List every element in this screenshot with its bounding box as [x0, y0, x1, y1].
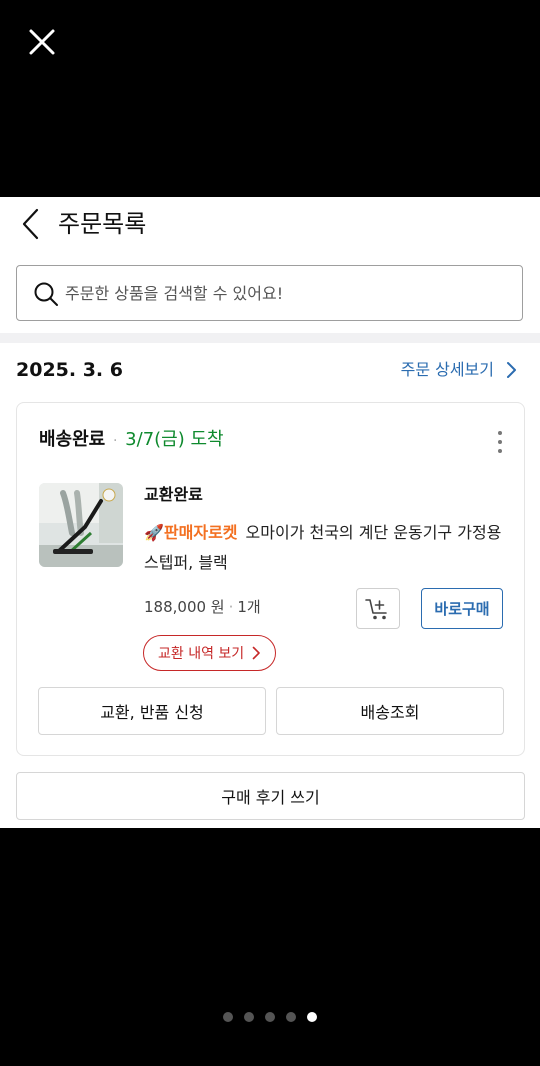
order-date: 2025. 3. 6: [16, 359, 123, 381]
search-icon: [34, 282, 58, 306]
chevron-left-icon: [22, 208, 39, 240]
order-detail-label: 주문 상세보기: [400, 360, 494, 379]
exchange-history-label: 교환 내역 보기: [158, 646, 245, 662]
search-box[interactable]: [16, 265, 523, 321]
exchange-history-button[interactable]: 교환 내역 보기: [143, 635, 277, 671]
status-separator: ·: [112, 433, 118, 449]
order-list-screen: 주문목록 2025. 3. 6 주문 상세보기 배송완료 · 3/7(금) 도착: [0, 197, 540, 828]
exchange-return-button[interactable]: 교환, 반품 신청: [38, 687, 266, 735]
more-vertical-icon: [498, 431, 502, 453]
back-button[interactable]: [18, 206, 44, 242]
price-separator: ·: [228, 598, 234, 616]
delivery-status: 배송완료: [39, 429, 106, 450]
add-to-cart-button[interactable]: [356, 588, 400, 629]
header: 주문목록: [0, 197, 540, 253]
stepper-product-image: [39, 483, 123, 567]
product-status: 교환완료: [144, 485, 203, 504]
more-options-button[interactable]: [488, 427, 512, 457]
page-title: 주문목록: [58, 210, 147, 238]
product-name-block[interactable]: 🚀판매자로켓 오마이가 천국의 계단 운동기구 가정용 스텝퍼, 블랙: [144, 518, 504, 578]
search-input[interactable]: [65, 266, 505, 320]
pagination-dots: [223, 1012, 317, 1022]
seller-rocket-badge: 🚀판매자로켓: [144, 523, 238, 542]
arrival-date: 3/7(금) 도착: [125, 429, 224, 450]
page-dot-5-active[interactable]: [307, 1012, 317, 1022]
write-review-button[interactable]: 구매 후기 쓰기: [16, 772, 525, 820]
close-icon: [29, 29, 55, 55]
page-dot-4[interactable]: [286, 1012, 296, 1022]
add-to-cart-icon: [365, 598, 387, 619]
chevron-right-icon: [252, 646, 260, 660]
delivery-tracking-button[interactable]: 배송조회: [276, 687, 504, 735]
close-button[interactable]: [27, 27, 57, 57]
page-dot-3[interactable]: [265, 1012, 275, 1022]
product-quantity: 1개: [237, 598, 261, 616]
price-row: 188,000 원 · 1개: [144, 595, 261, 619]
section-divider: [0, 333, 540, 343]
page-dot-2[interactable]: [244, 1012, 254, 1022]
shipment-status-row: 배송완료 · 3/7(금) 도착: [39, 427, 224, 454]
buy-now-button[interactable]: 바로구매: [421, 588, 503, 629]
chevron-right-icon: [507, 362, 516, 378]
page-dot-1[interactable]: [223, 1012, 233, 1022]
order-detail-link[interactable]: 주문 상세보기: [401, 357, 518, 383]
product-price: 188,000 원: [144, 598, 225, 616]
shipment-card: 배송완료 · 3/7(금) 도착 교환완료 🚀판매자로켓 오마이가 천국의 계단…: [16, 402, 525, 756]
product-thumbnail[interactable]: [39, 483, 123, 567]
